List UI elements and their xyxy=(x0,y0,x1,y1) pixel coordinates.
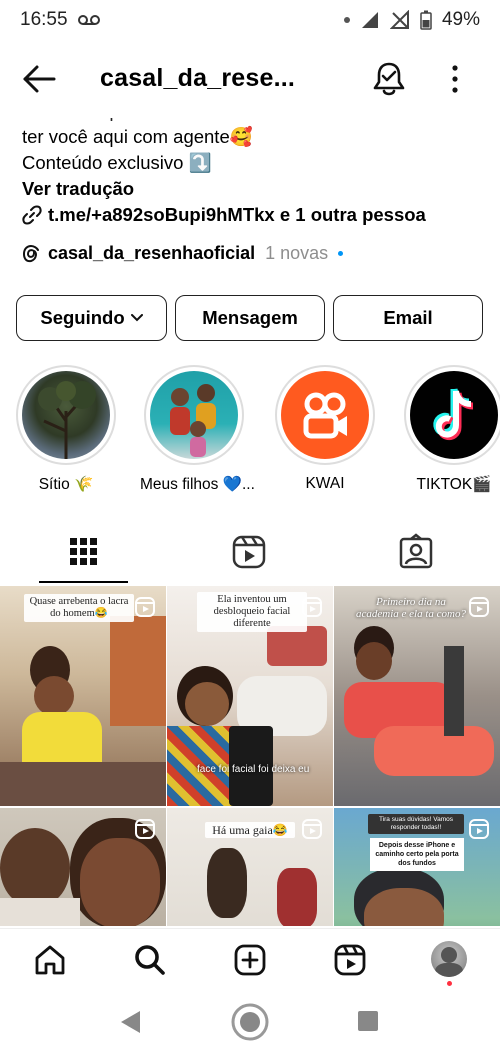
post-thumbnail[interactable]: Quase arrebenta o lacra do homem😂 xyxy=(0,586,166,806)
post-overlay-text: Depois desse iPhone e caminho certo pela… xyxy=(370,838,464,871)
highlight-label: Meus filhos 💙... xyxy=(140,476,255,493)
reel-indicator-icon xyxy=(302,597,322,617)
system-recents-icon[interactable] xyxy=(357,1010,379,1032)
highlight-label: Sítio 🌾 xyxy=(38,476,94,493)
status-bar: 16:55 49% xyxy=(0,0,500,40)
post-caption: Primeiro dia na academia e ela ta como? xyxy=(356,596,466,620)
bio-link-text: t.me/+a892soBupi9hMTkx e 1 outra pessoa xyxy=(48,204,426,225)
highlight-sitio[interactable]: Sítio 🌾 xyxy=(12,365,120,494)
notification-dot-icon xyxy=(343,17,350,23)
reel-indicator-icon xyxy=(302,819,322,839)
profile-bio: ter você aqui com ter você aqui com agen… xyxy=(22,118,482,228)
highlight-label: KWAI xyxy=(305,475,345,492)
highlight-kwai[interactable]: KWAI xyxy=(271,365,379,493)
grid-tab-icon[interactable] xyxy=(64,532,104,572)
post-question-sticker: Tira suas dúvidas! Vamos responder todas… xyxy=(368,814,464,834)
notification-bell-icon[interactable] xyxy=(372,60,406,98)
profile-avatar[interactable] xyxy=(431,941,467,977)
reels-icon[interactable] xyxy=(333,943,367,977)
highlight-ring xyxy=(275,365,375,465)
signal-icon xyxy=(361,12,378,28)
threads-badge[interactable]: casal_da_resenhaoficial 1 novas xyxy=(22,243,344,264)
more-options-icon[interactable] xyxy=(445,62,465,96)
post-caption: Há uma gaia😂 xyxy=(205,822,295,838)
search-icon[interactable] xyxy=(133,943,167,977)
threads-new-count: 1 novas xyxy=(265,243,329,263)
post-caption: Quase arrebenta o lacra do homem😂 xyxy=(24,594,134,622)
post-overlay-text: face foi facial foi deixa eu xyxy=(197,764,310,775)
kwai-logo-icon xyxy=(303,392,347,439)
back-arrow-icon[interactable] xyxy=(22,64,56,94)
highlight-cover-sitio xyxy=(22,371,110,459)
tagged-tab-icon[interactable] xyxy=(396,532,436,572)
highlight-meus-filhos[interactable]: Meus filhos 💙... xyxy=(140,365,255,494)
post-thumbnail[interactable]: Ela inventou um desbloqueio facial difer… xyxy=(167,586,333,806)
message-button[interactable]: Mensagem xyxy=(175,295,325,341)
post-grid: Quase arrebenta o lacra do homem😂 Ela in… xyxy=(0,586,500,926)
highlight-cover-tiktok xyxy=(410,371,498,459)
new-dot xyxy=(338,251,344,256)
following-button[interactable]: Seguindo xyxy=(16,295,167,341)
bio-line-1: ter você aqui com agente🥰 xyxy=(22,126,253,147)
profile-header: casal_da_rese... xyxy=(0,50,500,110)
highlight-tiktok[interactable]: TIKTOK🎬 xyxy=(400,365,500,494)
following-label: Seguindo xyxy=(40,307,125,328)
highlight-ring xyxy=(404,365,500,465)
battery-icon xyxy=(420,10,432,30)
voicemail-icon xyxy=(77,15,100,25)
post-thumbnail[interactable]: Tira suas dúvidas! Vamos responder todas… xyxy=(334,808,500,926)
tiktok-logo-icon xyxy=(433,388,474,440)
highlight-ring xyxy=(16,365,116,465)
wifi-off-icon xyxy=(389,10,409,29)
system-back-icon[interactable] xyxy=(118,1009,142,1035)
profile-notification-dot xyxy=(447,981,452,986)
highlight-cover-filhos xyxy=(150,371,238,459)
home-icon[interactable] xyxy=(33,943,67,977)
post-caption: Ela inventou um desbloqueio facial difer… xyxy=(197,592,307,632)
threads-handle: casal_da_resenhaoficial xyxy=(48,243,256,263)
profile-username: casal_da_rese... xyxy=(100,64,296,92)
highlight-label: TIKTOK🎬 xyxy=(416,476,492,493)
reel-indicator-icon xyxy=(469,597,489,617)
link-icon xyxy=(22,205,42,225)
highlight-ring xyxy=(144,365,244,465)
reel-indicator-icon xyxy=(469,819,489,839)
translate-link[interactable]: Ver tradução xyxy=(22,176,482,202)
system-home-icon[interactable] xyxy=(230,1002,270,1042)
status-time: 16:55 xyxy=(20,9,68,30)
bio-link[interactable]: t.me/+a892soBupi9hMTkx e 1 outra pessoa xyxy=(22,202,482,228)
threads-icon xyxy=(22,244,39,262)
post-thumbnail[interactable] xyxy=(0,808,166,926)
battery-level: 49% xyxy=(441,9,480,30)
reel-indicator-icon xyxy=(135,819,155,839)
create-post-icon[interactable] xyxy=(233,943,267,977)
post-thumbnail[interactable]: Primeiro dia na academia e ela ta como? xyxy=(334,586,500,806)
chevron-down-icon xyxy=(130,314,143,322)
bio-line-2: Conteúdo exclusivo ⤵️ xyxy=(22,152,212,173)
bottom-nav xyxy=(0,928,500,992)
post-thumbnail[interactable]: Há uma gaia😂 xyxy=(167,808,333,926)
reels-tab-icon[interactable] xyxy=(229,532,269,572)
highlight-cover-kwai xyxy=(281,371,369,459)
profile-tabs xyxy=(0,524,500,584)
reel-indicator-icon xyxy=(135,597,155,617)
email-button[interactable]: Email xyxy=(333,295,483,341)
active-tab-indicator xyxy=(39,581,128,583)
system-nav-bar xyxy=(0,992,500,1056)
